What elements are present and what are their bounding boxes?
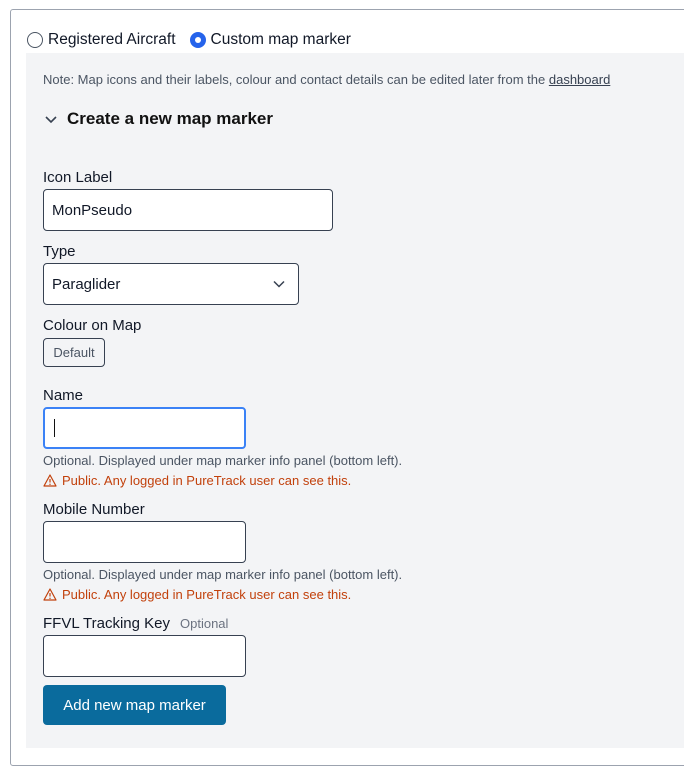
type-label: Type <box>43 243 76 260</box>
radio-label: Custom map marker <box>210 31 351 48</box>
radio-button[interactable] <box>27 32 43 48</box>
radio-registered-aircraft[interactable]: Registered Aircraft <box>27 31 176 49</box>
add-map-marker-button[interactable]: Add new map marker <box>43 685 226 725</box>
ffvl-key-input[interactable] <box>43 635 246 677</box>
optional-tag: Optional <box>180 616 229 631</box>
name-help-text: Optional. Displayed under map marker inf… <box>43 453 403 468</box>
name-warning-text: Public. Any logged in PureTrack user can… <box>62 473 352 488</box>
chevron-down-icon <box>273 280 285 288</box>
section-toggle[interactable]: Create a new map marker <box>43 109 273 129</box>
name-input[interactable] <box>43 407 246 449</box>
name-warning: Public. Any logged in PureTrack user can… <box>43 473 351 488</box>
note-text: Note: Map icons and their labels, colour… <box>43 72 610 87</box>
ffvl-label-text: FFVL Tracking Key <box>43 615 170 632</box>
chevron-down-icon <box>45 116 57 124</box>
name-label: Name <box>43 387 84 404</box>
icon-label-label: Icon Label <box>43 169 113 186</box>
mobile-label: Mobile Number <box>43 501 145 518</box>
radio-custom-map-marker[interactable]: Custom map marker <box>189 31 351 49</box>
ffvl-label: FFVL Tracking Key Optional <box>43 615 228 632</box>
marker-type-radio-group: Registered Aircraft Custom map marker <box>27 29 365 51</box>
radio-button-checked[interactable] <box>189 32 206 48</box>
type-select[interactable]: Paraglider <box>43 263 299 305</box>
warning-icon <box>43 474 57 487</box>
mobile-warning-text: Public. Any logged in PureTrack user can… <box>62 587 352 602</box>
text-caret <box>54 419 55 437</box>
icon-label-input[interactable]: MonPseudo <box>43 189 333 231</box>
mobile-warning: Public. Any logged in PureTrack user can… <box>43 587 351 602</box>
mobile-input[interactable] <box>43 521 246 563</box>
dashboard-link[interactable]: dashboard <box>549 72 610 87</box>
section-title: Create a new map marker <box>67 109 273 128</box>
mobile-help-text: Optional. Displayed under map marker inf… <box>43 567 403 582</box>
radio-label: Registered Aircraft <box>48 31 176 48</box>
note-body: Note: Map icons and their labels, colour… <box>43 72 549 87</box>
warning-icon <box>43 588 57 601</box>
colour-label: Colour on Map <box>43 317 142 334</box>
type-value: Paraglider <box>52 275 121 293</box>
icon-label-value: MonPseudo <box>52 201 133 219</box>
colour-default-button[interactable]: Default <box>43 338 105 367</box>
